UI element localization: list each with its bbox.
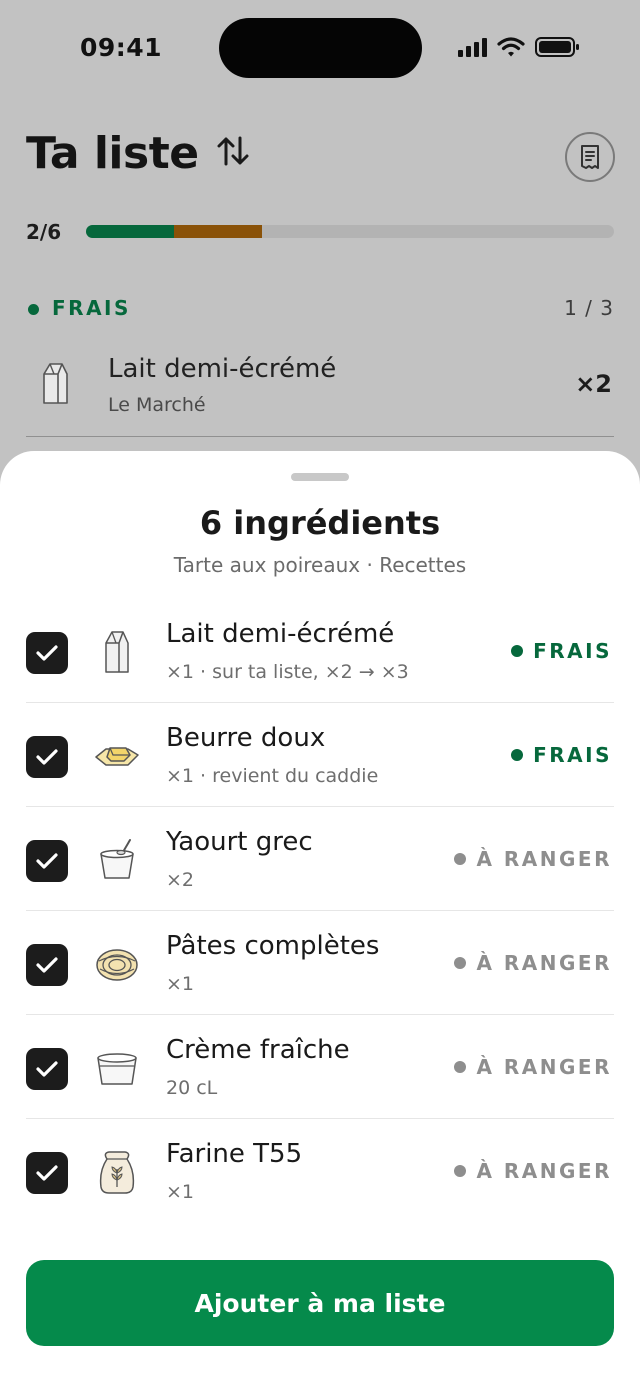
pasta-icon — [93, 938, 141, 990]
ingredient-row[interactable]: Beurre doux ×1 · revient du caddie FRAIS — [26, 703, 614, 807]
tag-dot — [454, 853, 467, 865]
list-item-name: Lait demi-écrémé — [108, 354, 337, 384]
checkmark-icon — [36, 1165, 58, 1181]
checkmark-icon — [36, 1061, 58, 1077]
ingredient-detail: ×2 — [166, 869, 195, 891]
ingredient-name: Farine T55 — [166, 1139, 303, 1169]
add-to-list-button[interactable]: Ajouter à ma liste — [26, 1260, 614, 1346]
category-tag: À RANGER — [454, 1055, 612, 1079]
ingredient-row[interactable]: Lait demi-écrémé ×1 · sur ta liste, ×2 →… — [26, 599, 614, 703]
tag-label: FRAIS — [533, 743, 612, 767]
ingredient-row[interactable]: Yaourt grec ×2 À RANGER — [26, 807, 614, 911]
milk-carton-icon — [93, 626, 141, 678]
ingredients-sheet: 6 ingrédients Tarte aux poireaux · Recet… — [0, 451, 640, 1388]
progress-count: 2/6 — [26, 220, 62, 244]
cellular-signal-icon — [458, 37, 487, 57]
checkmark-icon — [36, 645, 58, 661]
ingredient-checkbox[interactable] — [26, 840, 68, 882]
tag-dot — [454, 957, 467, 969]
tag-dot — [511, 749, 524, 761]
section-dot — [28, 304, 39, 315]
page-title: Ta liste — [26, 128, 199, 179]
checkmark-icon — [36, 957, 58, 973]
ingredient-detail: 20 cL — [166, 1077, 218, 1099]
tag-dot — [454, 1165, 467, 1177]
ingredient-row[interactable]: Crème fraîche 20 cL À RANGER — [26, 1015, 614, 1119]
progress-bar — [86, 225, 614, 238]
ingredient-checkbox[interactable] — [26, 632, 68, 674]
ingredient-detail: ×1 · revient du caddie — [166, 765, 379, 787]
tag-dot — [511, 645, 524, 657]
list-item-quantity: ×2 — [575, 370, 612, 398]
category-tag: À RANGER — [454, 951, 612, 975]
ingredient-name: Pâtes complètes — [166, 931, 380, 961]
progress-fill-pantry — [174, 225, 263, 238]
battery-icon — [535, 37, 579, 57]
ingredient-row[interactable]: Pâtes complètes ×1 À RANGER — [26, 911, 614, 1015]
tag-label: FRAIS — [533, 639, 612, 663]
ingredient-name: Beurre doux — [166, 723, 326, 753]
ingredient-checkbox[interactable] — [26, 944, 68, 986]
ingredient-checkbox[interactable] — [26, 736, 68, 778]
yogurt-icon — [93, 834, 141, 886]
ingredient-checkbox[interactable] — [26, 1048, 68, 1090]
ingredient-checkbox[interactable] — [26, 1152, 68, 1194]
ingredient-row[interactable]: Farine T55 ×1 À RANGER — [26, 1119, 614, 1223]
tag-label: À RANGER — [476, 1055, 612, 1079]
ingredient-name: Lait demi-écrémé — [166, 619, 395, 649]
category-tag: FRAIS — [511, 743, 612, 767]
checkmark-icon — [36, 853, 58, 869]
ingredient-detail: ×1 — [166, 973, 195, 995]
category-tag: À RANGER — [454, 847, 612, 871]
status-time: 09:41 — [80, 33, 163, 62]
section-header-frais: FRAIS 1 / 3 — [26, 296, 614, 322]
receipt-button[interactable] — [565, 132, 615, 182]
ingredient-name: Crème fraîche — [166, 1035, 350, 1065]
category-tag: FRAIS — [511, 639, 612, 663]
progress-fill-fresh — [86, 225, 175, 238]
tag-label: À RANGER — [476, 951, 612, 975]
ingredient-detail: ×1 — [166, 1181, 195, 1203]
wifi-icon — [497, 37, 525, 57]
section-count: 1 / 3 — [564, 296, 614, 320]
flour-bag-icon — [93, 1146, 141, 1198]
butter-icon — [93, 730, 141, 782]
tag-label: À RANGER — [476, 1159, 612, 1183]
sheet-subtitle: Tarte aux poireaux · Recettes — [173, 553, 467, 577]
sheet-grabber[interactable] — [291, 473, 349, 481]
dynamic-island — [219, 18, 422, 78]
receipt-icon — [581, 145, 599, 169]
sheet-title: 6 ingrédients — [199, 504, 441, 542]
list-item-store: Le Marché — [108, 394, 206, 416]
section-label: FRAIS — [52, 296, 131, 320]
status-bar: 09:41 — [0, 0, 640, 96]
ingredient-list: Lait demi-écrémé ×1 · sur ta liste, ×2 →… — [26, 599, 614, 1223]
ingredient-name: Yaourt grec — [166, 827, 313, 857]
sort-icon[interactable] — [216, 134, 250, 168]
tag-label: À RANGER — [476, 847, 612, 871]
category-tag: À RANGER — [454, 1159, 612, 1183]
list-item[interactable]: Lait demi-écrémé Le Marché ×2 — [26, 350, 614, 437]
tag-dot — [454, 1061, 467, 1073]
ingredient-detail: ×1 · sur ta liste, ×2 → ×3 — [166, 661, 409, 683]
checkmark-icon — [36, 749, 58, 765]
cream-tub-icon — [93, 1042, 141, 1094]
status-icons — [458, 36, 581, 58]
milk-carton-icon — [43, 363, 68, 404]
